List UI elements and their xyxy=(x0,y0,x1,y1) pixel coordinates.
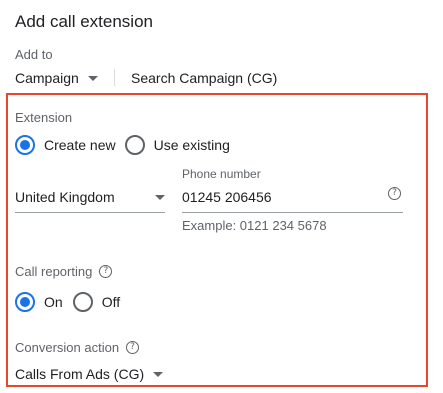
country-dropdown[interactable]: United Kingdom xyxy=(15,189,165,205)
question-circle-icon[interactable]: ? xyxy=(388,187,401,200)
divider xyxy=(114,69,115,86)
add-to-level-value: Campaign xyxy=(15,70,79,86)
radio-call-reporting-on[interactable]: On xyxy=(15,292,63,312)
radio-label: Create new xyxy=(44,137,116,153)
conversion-action-heading: Conversion action ? xyxy=(15,340,140,355)
campaign-name: Search Campaign (CG) xyxy=(131,70,278,86)
add-to-label: Add to xyxy=(15,47,53,62)
radio-button xyxy=(72,292,93,312)
radio-label: Use existing xyxy=(153,137,230,153)
extension-label: Extension xyxy=(15,110,73,125)
add-to-level-dropdown[interactable]: Campaign xyxy=(15,70,98,86)
call-reporting-label: Call reporting xyxy=(15,264,93,279)
country-underline xyxy=(15,212,165,213)
conversion-action-label: Conversion action xyxy=(15,340,120,355)
conversion-action-value: Calls From Ads (CG) xyxy=(15,366,145,382)
radio-button xyxy=(15,292,35,312)
call-reporting-radio-group: On Off xyxy=(15,292,120,312)
phone-example-hint: Example: 0121 234 5678 xyxy=(182,218,327,233)
caret-down-icon xyxy=(153,372,164,377)
extension-radio-group: Create new Use existing xyxy=(15,135,230,155)
phone-number-underline xyxy=(182,212,403,213)
radio-label: Off xyxy=(101,294,121,310)
phone-number-label: Phone number xyxy=(182,167,261,181)
radio-button xyxy=(124,135,145,155)
conversion-action-dropdown[interactable]: Calls From Ads (CG) xyxy=(15,366,164,382)
radio-create-new[interactable]: Create new xyxy=(15,135,116,155)
dialog-title: Add call extension xyxy=(15,12,153,31)
radio-label: On xyxy=(44,294,63,310)
radio-call-reporting-off[interactable]: Off xyxy=(72,292,121,312)
radio-button xyxy=(15,135,35,155)
radio-use-existing[interactable]: Use existing xyxy=(124,135,230,155)
call-reporting-heading: Call reporting ? xyxy=(15,264,113,279)
caret-down-icon xyxy=(155,195,165,200)
phone-number-input[interactable]: 01245 206456 xyxy=(182,189,272,205)
country-value: United Kingdom xyxy=(15,189,115,205)
question-circle-icon[interactable]: ? xyxy=(99,265,113,278)
question-circle-icon[interactable]: ? xyxy=(126,341,140,354)
caret-down-icon xyxy=(87,76,98,81)
